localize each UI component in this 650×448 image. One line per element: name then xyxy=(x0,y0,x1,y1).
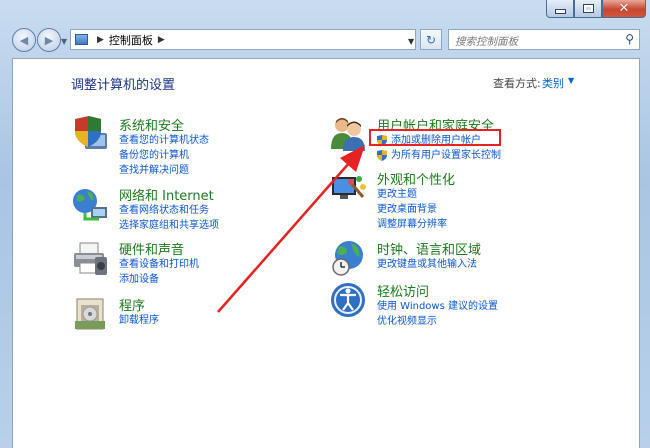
category-title[interactable]: 网络和 Internet xyxy=(119,185,214,204)
link-backup-computer[interactable]: 备份您的计算机 xyxy=(119,148,209,163)
ease-of-access-icon[interactable] xyxy=(329,281,367,319)
close-icon: ✕ xyxy=(618,1,630,16)
forward-button[interactable]: ▶ xyxy=(37,28,61,52)
back-button[interactable]: ◀ xyxy=(12,28,36,52)
display-paint-icon[interactable] xyxy=(329,169,367,207)
link-parental-controls[interactable]: 为所有用户设置家长控制 xyxy=(377,148,501,163)
category-title[interactable]: 时钟、语言和区域 xyxy=(377,239,481,258)
link-optimize-display[interactable]: 优化视频显示 xyxy=(377,314,498,329)
breadcrumb-separator-icon[interactable]: ▶ xyxy=(158,35,165,45)
link-change-theme[interactable]: 更改主题 xyxy=(377,187,447,202)
window-frame: ✕ ◀ ▶ ▼ ▶ 控制面板 ▶ ▼ ↻ ⚲ 调整计算机的设置 查看方式: 类别… xyxy=(0,0,650,448)
highlight-box xyxy=(369,129,501,146)
address-bar[interactable]: ▶ 控制面板 ▶ xyxy=(70,29,416,50)
uac-shield-icon xyxy=(377,150,387,161)
link-change-desktop-background[interactable]: 更改桌面背景 xyxy=(377,202,447,217)
maximize-icon xyxy=(582,4,594,13)
users-icon[interactable] xyxy=(329,115,367,153)
link-uninstall-program[interactable]: 卸载程序 xyxy=(119,313,159,328)
category-title[interactable]: 轻松访问 xyxy=(377,281,429,300)
refresh-button[interactable]: ↻ xyxy=(420,29,442,50)
control-panel-icon xyxy=(75,34,88,45)
globe-clock-icon[interactable] xyxy=(329,239,367,277)
minimize-button[interactable] xyxy=(546,0,574,18)
content-area: 调整计算机的设置 查看方式: 类别 ▼ 系统和安全 查看您的计算机状态 备份您的… xyxy=(12,58,640,448)
link-troubleshoot[interactable]: 查找并解决问题 xyxy=(119,163,209,178)
view-by-dropdown[interactable]: 类别 xyxy=(542,75,564,91)
link-change-input-methods[interactable]: 更改键盘或其他输入法 xyxy=(377,257,477,272)
search-icon[interactable]: ⚲ xyxy=(625,32,634,46)
category-title[interactable]: 系统和安全 xyxy=(119,115,184,134)
forward-arrow-icon: ▶ xyxy=(44,33,54,47)
network-globe-icon[interactable] xyxy=(71,185,109,223)
link-homegroup-sharing[interactable]: 选择家庭组和共享选项 xyxy=(119,218,219,233)
refresh-icon: ↻ xyxy=(425,32,437,47)
programs-box-icon[interactable] xyxy=(71,295,109,333)
breadcrumb-control-panel[interactable]: 控制面板 xyxy=(109,32,153,48)
link-parental-controls-label: 为所有用户设置家长控制 xyxy=(391,150,501,161)
page-title: 调整计算机的设置 xyxy=(71,78,176,93)
category-title[interactable]: 外观和个性化 xyxy=(377,169,455,188)
category-title[interactable]: 程序 xyxy=(119,295,145,314)
link-view-network-status[interactable]: 查看网络状态和任务 xyxy=(119,203,219,218)
caption-buttons: ✕ xyxy=(546,0,646,20)
link-adjust-resolution[interactable]: 调整屏幕分辨率 xyxy=(377,217,447,232)
address-dropdown-icon[interactable]: ▼ xyxy=(408,37,414,46)
close-button[interactable]: ✕ xyxy=(602,0,646,18)
view-by-chevron-icon[interactable]: ▼ xyxy=(568,76,574,85)
link-devices-printers[interactable]: 查看设备和打印机 xyxy=(119,257,199,272)
maximize-button[interactable] xyxy=(574,0,602,18)
search-box[interactable]: ⚲ xyxy=(448,29,640,52)
back-arrow-icon: ◀ xyxy=(19,33,29,47)
recent-pages-dropdown-icon[interactable]: ▼ xyxy=(61,37,67,46)
category-title[interactable]: 硬件和声音 xyxy=(119,239,184,258)
view-by-label: 查看方式: xyxy=(493,77,541,90)
link-add-device[interactable]: 添加设备 xyxy=(119,272,199,287)
navigation-bar: ◀ ▶ ▼ ▶ 控制面板 ▶ ▼ ↻ ⚲ xyxy=(0,26,650,56)
shield-computer-icon[interactable] xyxy=(71,115,109,153)
link-view-computer-status[interactable]: 查看您的计算机状态 xyxy=(119,133,209,148)
minimize-icon xyxy=(554,9,566,14)
breadcrumb-separator-icon[interactable]: ▶ xyxy=(97,35,104,45)
printer-icon[interactable] xyxy=(71,239,109,277)
link-windows-suggested-settings[interactable]: 使用 Windows 建议的设置 xyxy=(377,299,498,314)
search-input[interactable] xyxy=(453,32,617,52)
